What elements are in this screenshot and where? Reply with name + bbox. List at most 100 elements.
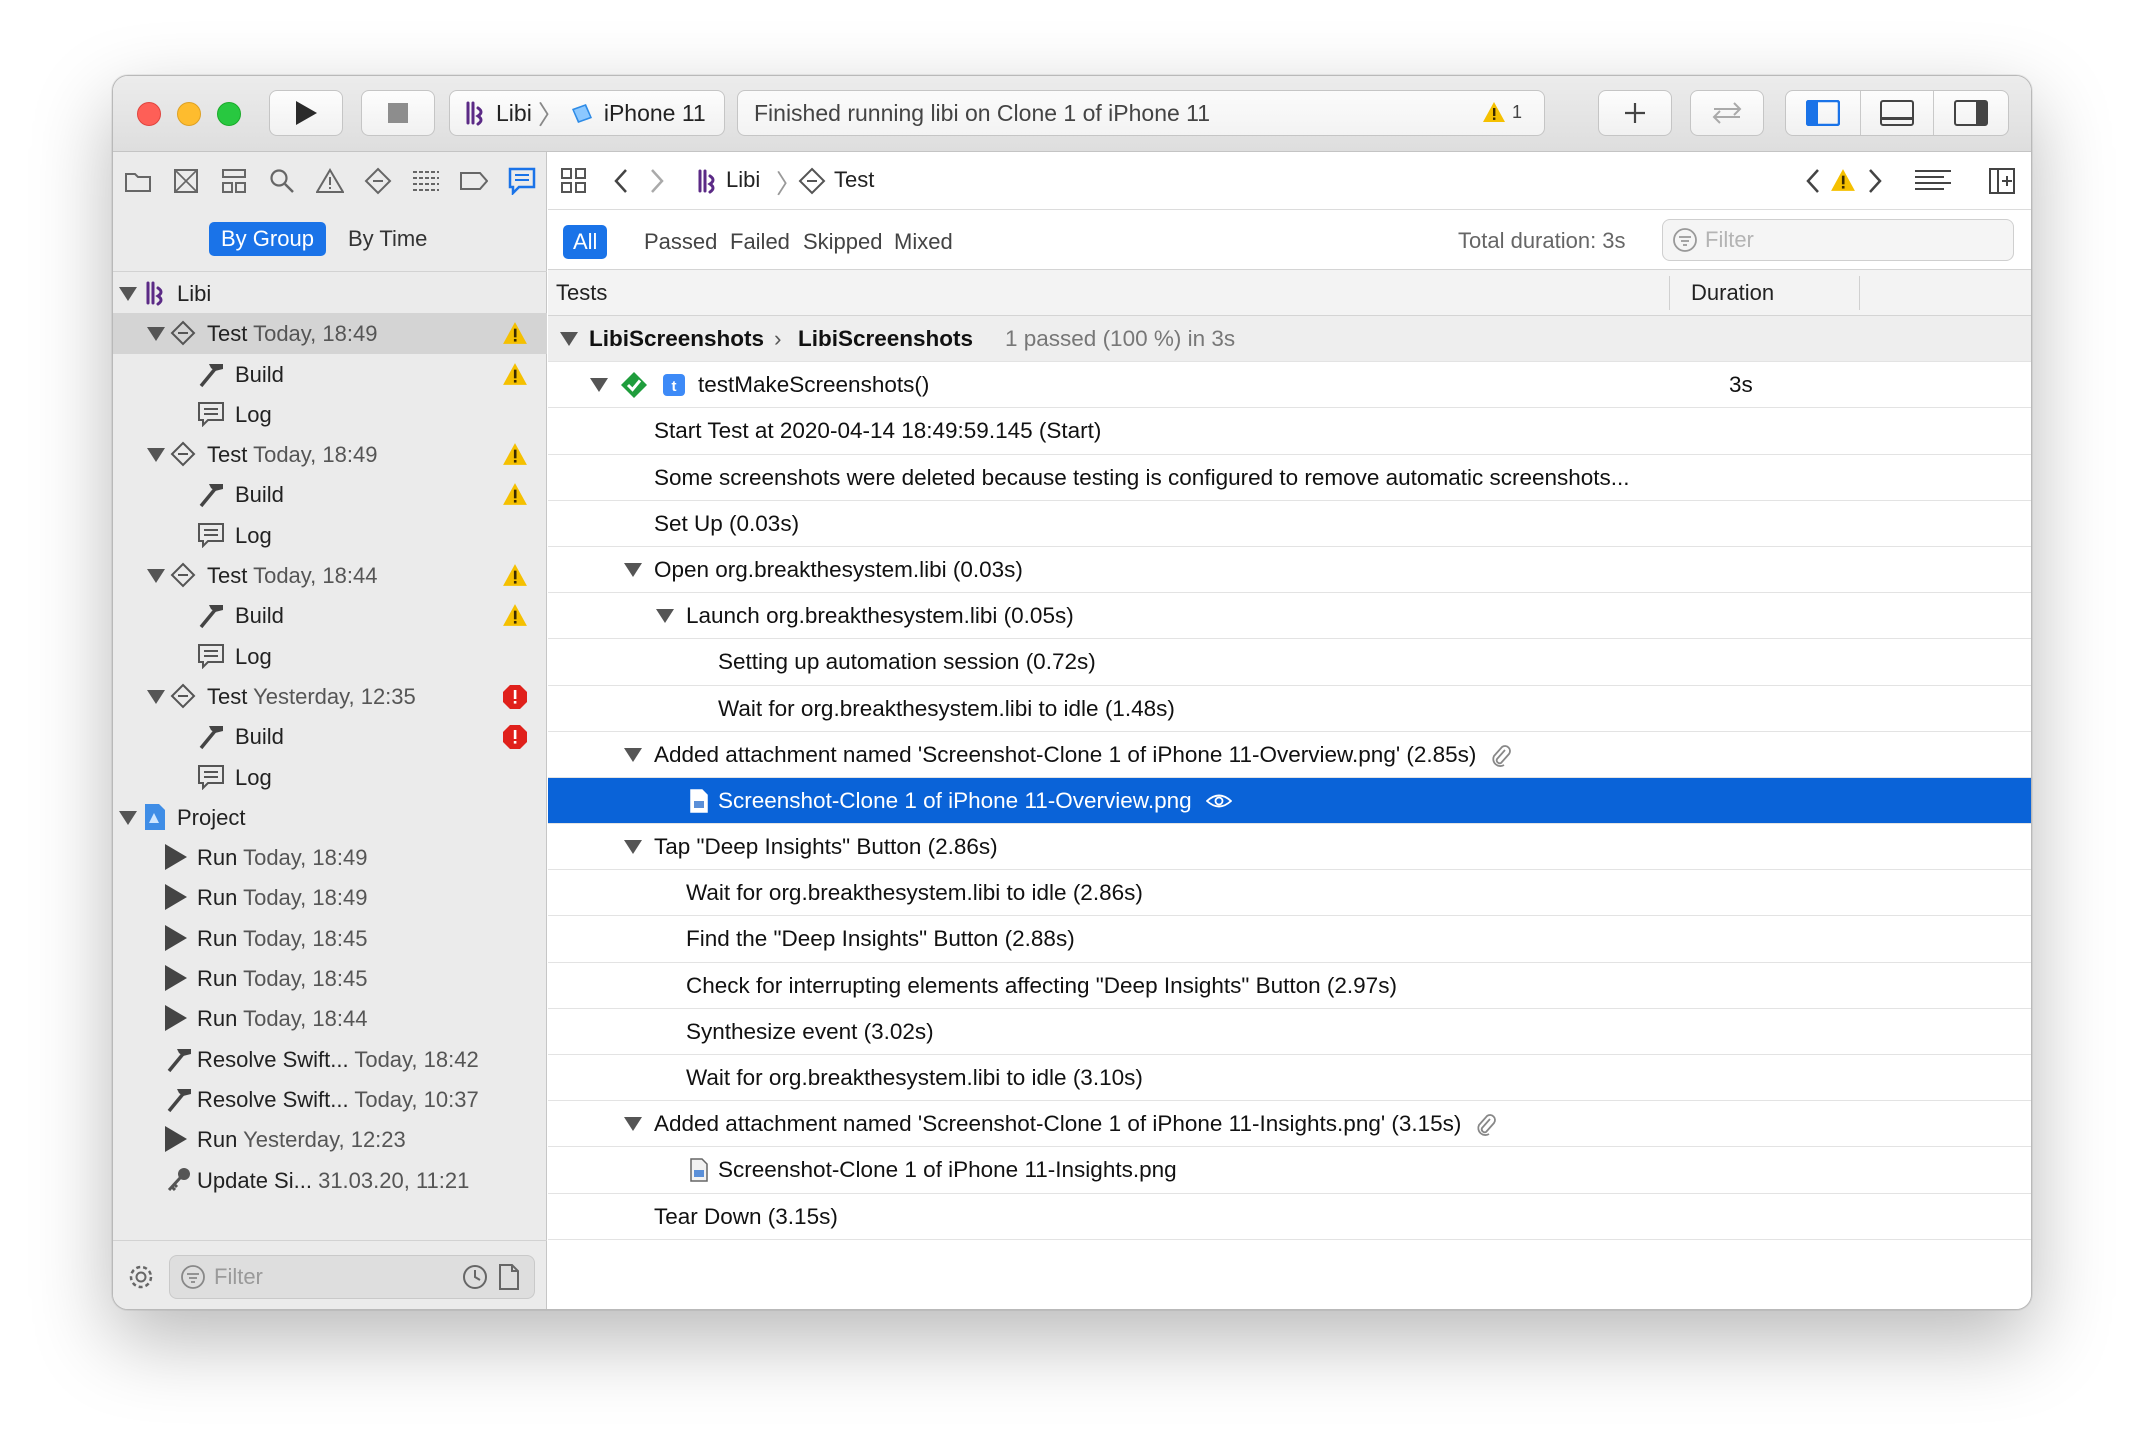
zoom-window-button[interactable] bbox=[217, 102, 241, 126]
activity-row[interactable]: Wait for org.breakthesystem.libi to idle… bbox=[548, 686, 2031, 732]
run-button[interactable] bbox=[269, 90, 343, 136]
navigator-item-log[interactable]: Log bbox=[113, 757, 547, 797]
column-divider[interactable] bbox=[1669, 276, 1670, 310]
disclosure-triangle-icon[interactable] bbox=[119, 810, 137, 825]
filter-tab-all[interactable]: All bbox=[563, 225, 608, 259]
by-group-button[interactable]: By Group bbox=[209, 222, 326, 256]
navigator-item-build[interactable]: Build bbox=[113, 474, 547, 514]
activity-row[interactable]: Wait for org.breakthesystem.libi to idle… bbox=[548, 870, 2031, 917]
navigator-item-build[interactable]: Resolve Swift... Today, 18:42 bbox=[113, 1039, 547, 1079]
navigator-item-test[interactable]: Test Today, 18:49 bbox=[113, 434, 547, 474]
minimize-window-button[interactable] bbox=[177, 102, 201, 126]
filter-tab-mixed[interactable]: Mixed bbox=[884, 225, 963, 259]
navigator-item-run[interactable]: Run Today, 18:45 bbox=[113, 958, 547, 998]
navigator-item-run[interactable]: Run Today, 18:49 bbox=[113, 837, 547, 877]
paperclip-icon[interactable] bbox=[1490, 744, 1512, 774]
disclosure-triangle-icon[interactable] bbox=[147, 448, 165, 463]
back-chevron-icon[interactable] bbox=[612, 168, 632, 194]
breakpoint-navigator-tab[interactable] bbox=[457, 164, 491, 198]
disclosure-triangle-icon[interactable] bbox=[560, 332, 578, 346]
warning-badge[interactable] bbox=[502, 362, 528, 388]
toggle-inspector-button[interactable] bbox=[1934, 91, 2008, 135]
editor-filter-input[interactable]: Filter bbox=[1662, 219, 2014, 261]
gear-icon[interactable] bbox=[127, 1263, 155, 1291]
warning-badge[interactable] bbox=[502, 603, 528, 629]
navigator-item-run[interactable]: Run Today, 18:44 bbox=[113, 998, 547, 1038]
navigator-item-log[interactable]: Log bbox=[113, 636, 547, 676]
close-window-button[interactable] bbox=[137, 102, 161, 126]
project-navigator-tab[interactable] bbox=[121, 164, 155, 198]
clock-icon[interactable] bbox=[462, 1264, 488, 1290]
navigator-item-test[interactable]: Test Today, 18:44 bbox=[113, 555, 547, 595]
breadcrumb-item[interactable]: Test bbox=[834, 167, 874, 193]
filter-tab-failed[interactable]: Failed bbox=[720, 225, 800, 259]
activity-row[interactable]: Launch org.breakthesystem.libi (0.05s) bbox=[548, 593, 2031, 640]
library-button[interactable] bbox=[1598, 90, 1672, 136]
activity-row[interactable]: Tear Down (3.15s) bbox=[548, 1194, 2031, 1240]
activity-row[interactable]: Wait for org.breakthesystem.libi to idle… bbox=[548, 1055, 2031, 1102]
toggle-debug-area-button[interactable] bbox=[1861, 91, 1935, 135]
activity-row[interactable]: Setting up automation session (0.72s) bbox=[548, 639, 2031, 686]
disclosure-triangle-icon[interactable] bbox=[119, 287, 137, 301]
column-divider[interactable] bbox=[1859, 276, 1860, 310]
issue-navigator-tab[interactable] bbox=[313, 164, 347, 198]
navigator-item-log[interactable]: Log bbox=[113, 515, 547, 555]
navigator-item-log[interactable]: Log bbox=[113, 394, 547, 434]
disclosure-triangle-icon[interactable] bbox=[624, 840, 642, 855]
forward-chevron-icon[interactable] bbox=[646, 168, 666, 194]
eye-icon[interactable] bbox=[1205, 790, 1233, 818]
attachment-row[interactable]: Screenshot-Clone 1 of iPhone 11-Overview… bbox=[548, 777, 2031, 825]
warning-badge[interactable] bbox=[502, 482, 528, 508]
navigator-item-build[interactable]: Build bbox=[113, 716, 547, 756]
symbol-navigator-tab[interactable] bbox=[217, 164, 251, 198]
duration-column-header[interactable]: Duration bbox=[1691, 280, 1774, 306]
status-warning-badge[interactable]: 1 bbox=[1482, 101, 1522, 123]
error-badge[interactable] bbox=[502, 684, 528, 710]
activity-status-bar[interactable]: Finished running libi on Clone 1 of iPho… bbox=[737, 90, 1545, 136]
previous-issue-icon[interactable] bbox=[1804, 168, 1824, 194]
navigator-item-build[interactable]: Resolve Swift... Today, 10:37 bbox=[113, 1079, 547, 1119]
activity-row[interactable]: Find the "Deep Insights" Button (2.88s) bbox=[548, 916, 2031, 963]
report-navigator-tab[interactable] bbox=[505, 164, 539, 198]
warning-badge[interactable] bbox=[502, 442, 528, 468]
disclosure-triangle-icon[interactable] bbox=[624, 747, 642, 762]
suite-group-row[interactable]: LibiScreenshots › LibiScreenshots 1 pass… bbox=[548, 316, 2031, 363]
warning-badge[interactable] bbox=[502, 321, 528, 347]
paperclip-icon[interactable] bbox=[1475, 1113, 1497, 1143]
by-time-button[interactable]: By Time bbox=[336, 222, 439, 256]
filter-tab-passed[interactable]: Passed bbox=[634, 225, 727, 259]
document-icon[interactable] bbox=[498, 1264, 520, 1290]
navigator-filter-input[interactable]: Filter bbox=[169, 1255, 535, 1299]
navigator-item-run[interactable]: Run Today, 18:45 bbox=[113, 918, 547, 958]
disclosure-triangle-icon[interactable] bbox=[656, 609, 674, 624]
source-control-navigator-tab[interactable] bbox=[169, 164, 203, 198]
scheme-selector[interactable]: Libi 〉 iPhone 11 bbox=[449, 90, 725, 136]
navigator-item-key[interactable]: Update Si... 31.03.20, 11:21 bbox=[113, 1160, 547, 1200]
warning-badge[interactable] bbox=[502, 563, 528, 589]
activity-row[interactable]: Some screenshots were deleted because te… bbox=[548, 455, 2031, 501]
navigator-item-project[interactable]: Project bbox=[113, 797, 547, 837]
navigator-item-build[interactable]: Build bbox=[113, 595, 547, 635]
navigator-item-run[interactable]: Run Today, 18:49 bbox=[113, 877, 547, 917]
related-items-grid-icon[interactable] bbox=[560, 167, 588, 195]
activity-row[interactable]: Added attachment named 'Screenshot-Clone… bbox=[548, 732, 2031, 778]
test-navigator-tab[interactable] bbox=[361, 164, 395, 198]
activity-row[interactable]: Set Up (0.03s) bbox=[548, 501, 2031, 547]
activity-row[interactable]: Open org.breakthesystem.libi (0.03s) bbox=[548, 547, 2031, 594]
activity-row[interactable]: Check for interrupting elements affectin… bbox=[548, 963, 2031, 1009]
disclosure-triangle-icon[interactable] bbox=[624, 562, 642, 577]
disclosure-triangle-icon[interactable] bbox=[147, 569, 165, 584]
activity-row[interactable]: Added attachment named 'Screenshot-Clone… bbox=[548, 1101, 2031, 1148]
stop-button[interactable] bbox=[361, 90, 435, 136]
tests-column-header[interactable]: Tests bbox=[556, 280, 607, 306]
activity-row[interactable]: Start Test at 2020-04-14 18:49:59.145 (S… bbox=[548, 408, 2031, 455]
disclosure-triangle-icon[interactable] bbox=[624, 1117, 642, 1132]
error-badge[interactable] bbox=[502, 724, 528, 750]
navigator-item-test[interactable]: Test Yesterday, 12:35 bbox=[113, 676, 547, 716]
add-editor-icon[interactable] bbox=[1988, 167, 2016, 195]
find-navigator-tab[interactable] bbox=[265, 164, 299, 198]
debug-navigator-tab[interactable] bbox=[409, 164, 443, 198]
navigator-item-app[interactable]: Libi bbox=[113, 273, 547, 313]
next-issue-icon[interactable] bbox=[1864, 168, 1884, 194]
toggle-navigator-button[interactable] bbox=[1786, 91, 1861, 135]
